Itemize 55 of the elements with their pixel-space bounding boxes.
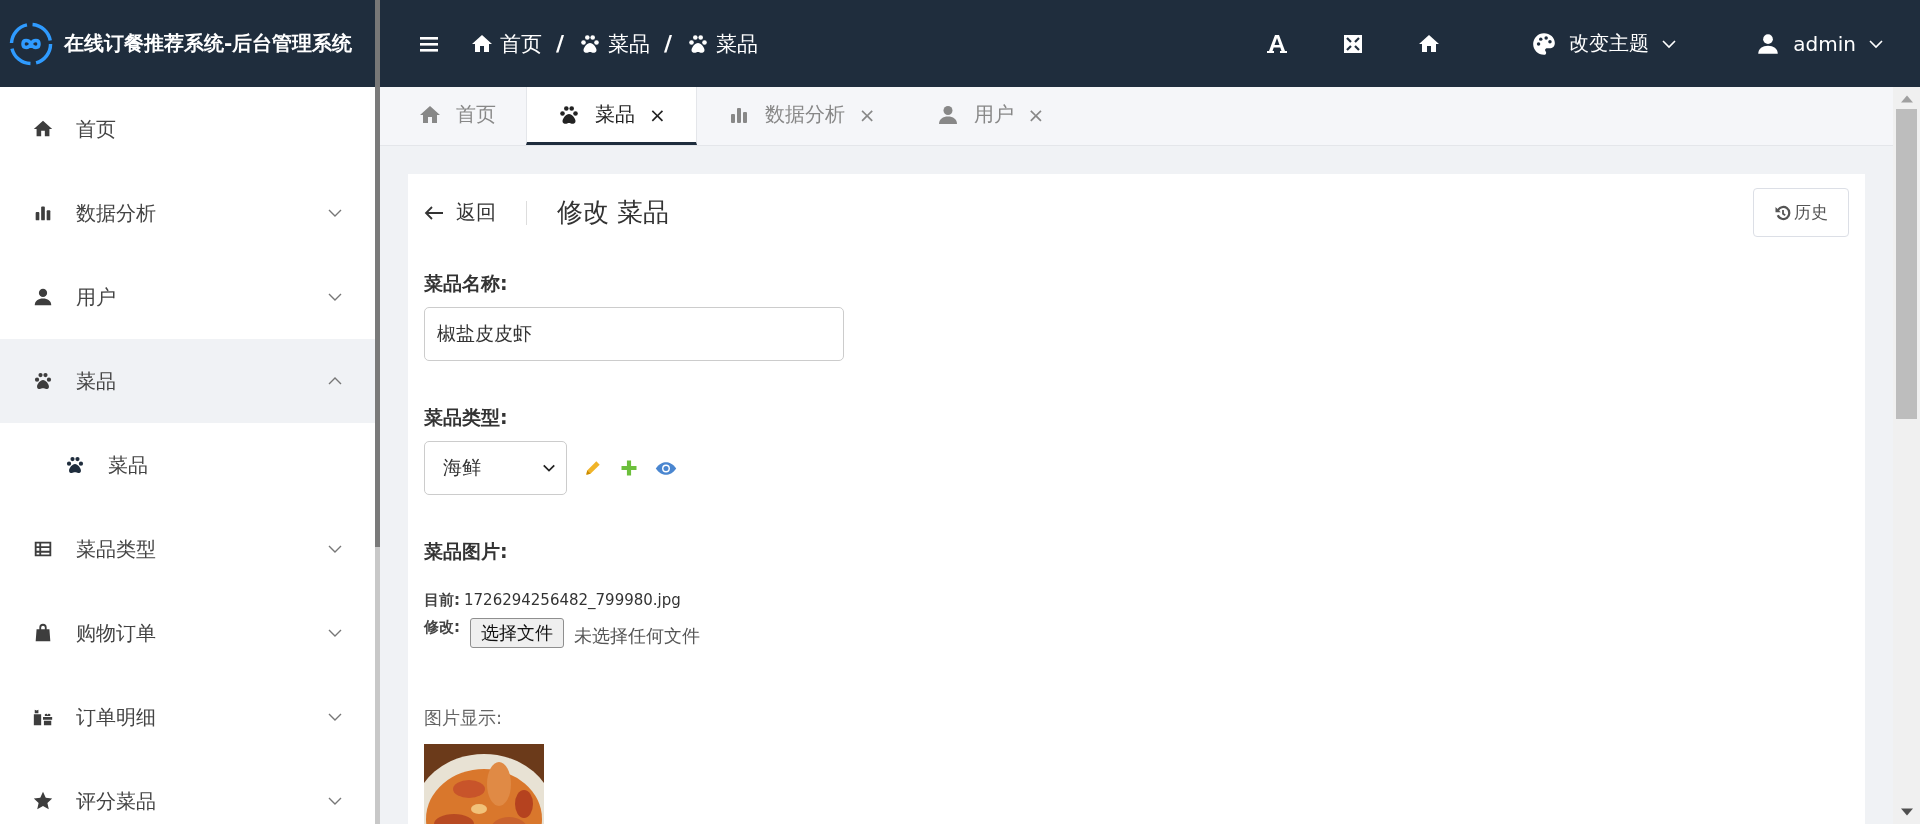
user-dropdown[interactable]: admin — [1755, 30, 1884, 57]
app-title: 在线订餐推荐系统-后台管理系统 — [64, 30, 353, 57]
chevron-icon — [327, 796, 343, 806]
logo-icon — [8, 20, 54, 67]
modify-label: 修改: — [424, 618, 460, 637]
field-label: 菜品类型: — [424, 405, 508, 430]
field-label: 菜品图片: — [424, 539, 508, 564]
arrow-left-icon — [424, 204, 444, 221]
tab[interactable]: 菜品 × — [526, 87, 697, 145]
field-label: 菜品名称: — [424, 271, 508, 296]
star-icon — [32, 790, 54, 812]
breadcrumb-separator: / — [556, 31, 565, 56]
chevron-icon — [327, 544, 343, 554]
chevron-icon — [327, 628, 343, 638]
history-button[interactable]: 历史 — [1753, 188, 1849, 237]
breadcrumb-separator: / — [664, 31, 673, 56]
back-link[interactable]: 返回 — [424, 199, 496, 226]
caret-icon — [1868, 38, 1884, 49]
chevron-icon — [327, 712, 343, 722]
caret-icon — [1661, 38, 1678, 49]
choose-file-button[interactable]: 选择文件 — [470, 618, 564, 648]
chevron-icon — [327, 292, 343, 302]
file-status: 未选择任何文件 — [574, 624, 700, 648]
sidebar-item[interactable]: 首页 — [0, 87, 375, 171]
palette-icon — [1531, 30, 1558, 57]
theme-dropdown[interactable]: 改变主题 — [1531, 30, 1678, 57]
current-label: 目前: — [424, 591, 460, 610]
caret-icon — [542, 463, 556, 473]
breadcrumb-link[interactable]: 菜品 — [686, 29, 759, 58]
breadcrumb-link[interactable]: 首页 — [470, 29, 542, 58]
sidebar-item[interactable]: 评分菜品 — [0, 759, 375, 824]
sidebar-item[interactable]: 订单明细 — [0, 675, 375, 759]
scrollbar-thumb[interactable] — [1896, 109, 1917, 419]
paw-icon — [64, 454, 86, 476]
history-icon — [1774, 203, 1792, 222]
close-icon[interactable]: × — [649, 102, 666, 127]
sidebar-item[interactable]: 菜品类型 — [0, 507, 375, 591]
eye-icon[interactable] — [655, 460, 677, 476]
name-input[interactable]: 椒盐皮皮虾 — [424, 307, 844, 361]
menu-icon[interactable] — [420, 35, 440, 52]
sidebar-item[interactable]: 数据分析 — [0, 171, 375, 255]
chevron-icon — [327, 376, 343, 386]
preview-label: 图片显示: — [424, 706, 503, 730]
paw-icon — [32, 370, 54, 392]
sidebar-item[interactable]: 菜品 — [0, 339, 375, 423]
page-title: 修改 菜品 — [557, 196, 670, 229]
type-select[interactable]: 海鲜 — [424, 441, 567, 495]
user-icon — [32, 286, 54, 308]
chevron-icon — [327, 208, 343, 218]
scroll-down-icon[interactable] — [1900, 808, 1913, 816]
breadcrumb-link[interactable]: 菜品 — [578, 29, 651, 58]
file-name: 1726294256482_799980.jpg — [464, 591, 681, 609]
sidebar-item[interactable]: 用户 — [0, 255, 375, 339]
sidebar-item[interactable]: 购物订单 — [0, 591, 375, 675]
sidebar-subitem[interactable]: 菜品 — [0, 423, 375, 507]
